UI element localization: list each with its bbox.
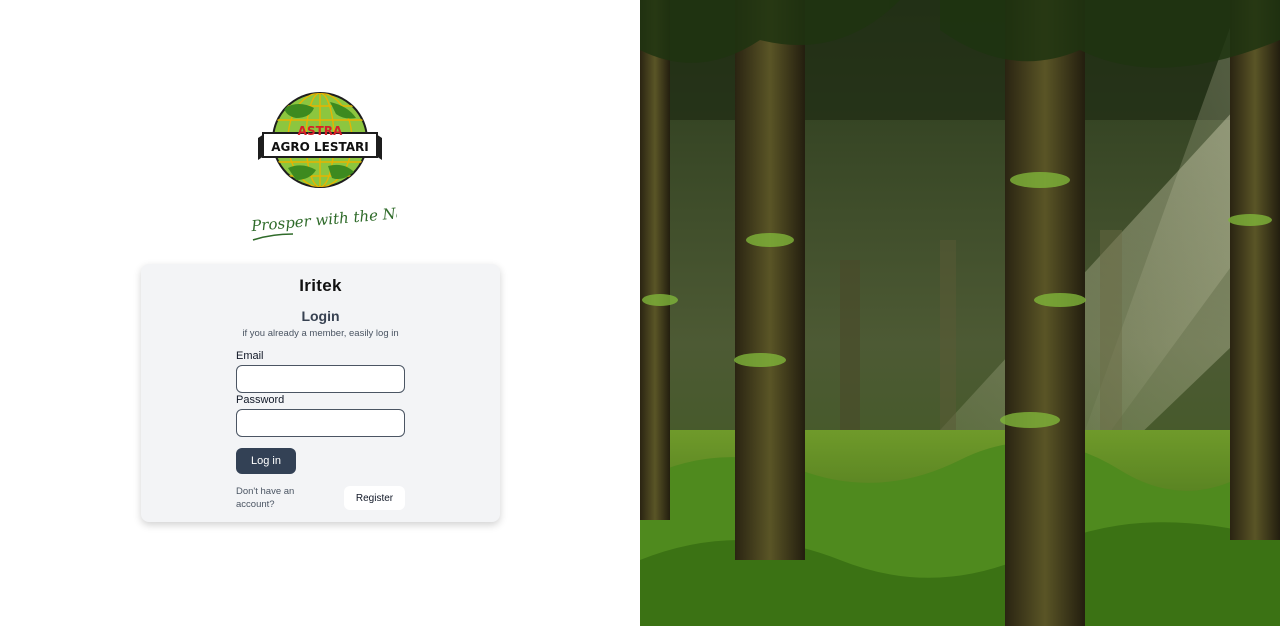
email-field[interactable] xyxy=(236,365,405,393)
password-label: Password xyxy=(236,394,285,406)
register-button[interactable]: Register xyxy=(344,486,405,510)
password-field[interactable] xyxy=(236,409,405,437)
company-logo: ASTRA AGRO LESTARI Prosper with the Nati… xyxy=(244,88,400,248)
hero-image-pane xyxy=(640,0,1280,626)
login-card: Iritek Login if you already a member, ea… xyxy=(141,264,500,522)
tagline-text: Prosper with the Nation xyxy=(249,201,397,235)
login-button[interactable]: Log in xyxy=(236,448,296,474)
login-pane: ASTRA AGRO LESTARI Prosper with the Nati… xyxy=(0,0,640,626)
logo-main-text: AGRO LESTARI xyxy=(271,140,369,154)
logo-top-text: ASTRA xyxy=(298,124,343,138)
no-account-text: Don't have an account? xyxy=(236,486,295,510)
app-title: Iritek xyxy=(299,276,342,295)
globe-logo-icon: ASTRA AGRO LESTARI xyxy=(258,92,382,188)
login-subtitle: if you already a member, easily log in xyxy=(242,328,399,339)
tagline-graphic: Prosper with the Nation xyxy=(249,201,397,241)
login-heading: Login xyxy=(301,308,340,324)
tagline-swoosh xyxy=(252,233,294,241)
email-label: Email xyxy=(236,350,264,362)
palm-forest-image xyxy=(640,0,1280,626)
